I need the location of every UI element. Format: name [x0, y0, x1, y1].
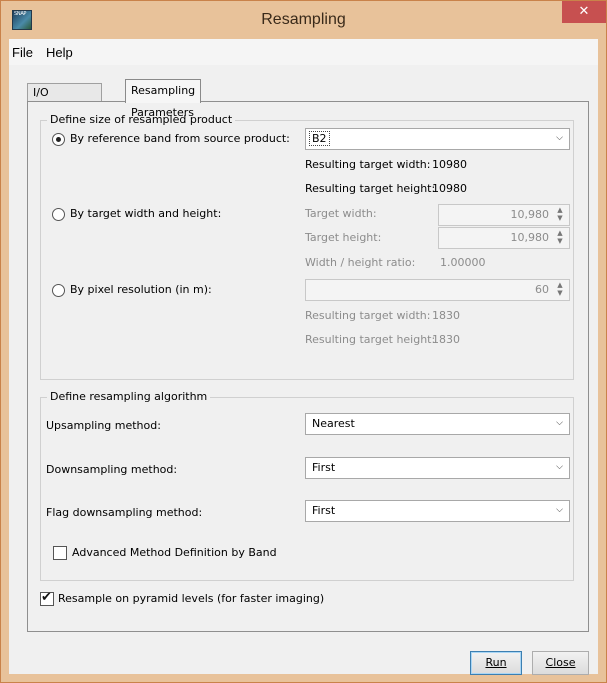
by-width-height-label: By target width and height: [70, 207, 222, 220]
flag-downsampling-value: First [312, 504, 336, 517]
ratio-label: Width / height ratio: [305, 256, 416, 269]
target-width-label: Target width: [305, 207, 377, 220]
spinner-arrows-icon[interactable]: ▲ ▼ [554, 229, 566, 245]
pyramid-levels-label: Resample on pyramid levels (for faster i… [58, 592, 325, 605]
reference-band-select[interactable]: B2 ⌵ [305, 128, 570, 150]
by-resolution-radio[interactable] [52, 284, 65, 297]
downsampling-value: First [312, 461, 336, 474]
tab-resampling-parameters[interactable]: Resampling Parameters [125, 79, 202, 119]
close-button[interactable]: Close [532, 651, 589, 675]
res-result-width-label: Resulting target width: [305, 309, 431, 322]
window-title: Resampling [261, 11, 346, 28]
target-height-spinner[interactable]: 10,980 ▲ ▼ [438, 227, 570, 249]
ref-result-width-value: 10980 [432, 158, 467, 171]
tab-io-parameters[interactable]: I/O Parameters [27, 83, 102, 117]
by-resolution-label: By pixel resolution (in m): [70, 283, 212, 296]
resampling-window: SNAP Resampling ✕ File Help I/O Paramete… [0, 0, 607, 683]
ref-result-height-label: Resulting target height: [305, 182, 436, 195]
advanced-method-checkbox[interactable] [53, 546, 67, 560]
by-reference-radio[interactable] [52, 133, 65, 146]
target-height-value: 10,980 [510, 231, 550, 244]
downsampling-select[interactable]: First ⌵ [305, 457, 570, 479]
downsampling-label: Downsampling method: [46, 463, 178, 476]
upsampling-value: Nearest [312, 417, 355, 430]
chevron-down-icon: ⌵ [556, 133, 563, 143]
res-result-height-value: 1830 [432, 333, 460, 346]
flag-downsampling-select[interactable]: First ⌵ [305, 500, 570, 522]
size-group: Define size of resampled product By refe… [40, 113, 574, 380]
reference-band-value: B2 [309, 131, 330, 146]
res-result-width-value: 1830 [432, 309, 460, 322]
dialog-client-area: File Help I/O Parameters Resampling Para… [9, 39, 598, 675]
menu-help[interactable]: Help [46, 45, 73, 60]
target-height-label: Target height: [305, 231, 382, 244]
run-button[interactable]: Run [470, 651, 522, 675]
target-width-spinner[interactable]: 10,980 ▲ ▼ [438, 204, 570, 226]
algorithm-group: Define resampling algorithm Upsampling m… [40, 390, 574, 581]
pixel-resolution-value: 60 [535, 283, 549, 296]
advanced-method-label: Advanced Method Definition by Band [72, 546, 277, 559]
title-bar[interactable]: SNAP Resampling ✕ [1, 1, 606, 39]
spinner-arrows-icon[interactable]: ▲ ▼ [554, 281, 566, 297]
chevron-down-icon: ⌵ [556, 462, 563, 472]
ref-result-width-label: Resulting target width: [305, 158, 431, 171]
run-button-label: Run [485, 656, 507, 669]
pyramid-levels-checkbox[interactable] [40, 590, 54, 606]
ratio-value: 1.00000 [440, 256, 486, 269]
flag-downsampling-label: Flag downsampling method: [46, 506, 203, 519]
res-result-height-label: Resulting target height: [305, 333, 436, 346]
chevron-down-icon: ⌵ [556, 505, 563, 515]
upsampling-select[interactable]: Nearest ⌵ [305, 413, 570, 435]
ref-result-height-value: 10980 [432, 182, 467, 195]
chevron-down-icon: ⌵ [556, 418, 563, 428]
pixel-resolution-spinner[interactable]: 60 ▲ ▼ [305, 279, 570, 301]
menu-bar: File Help [9, 39, 598, 65]
by-reference-label: By reference band from source product: [70, 132, 290, 145]
close-window-button[interactable]: ✕ [562, 1, 606, 23]
spinner-arrows-icon[interactable]: ▲ ▼ [554, 206, 566, 222]
target-width-value: 10,980 [510, 208, 550, 221]
resampling-parameters-panel: Define size of resampled product By refe… [27, 101, 589, 632]
close-button-label: Close [545, 656, 576, 669]
menu-file[interactable]: File [12, 45, 33, 60]
by-width-height-radio[interactable] [52, 208, 65, 221]
upsampling-label: Upsampling method: [46, 419, 161, 432]
algorithm-group-title: Define resampling algorithm [47, 390, 211, 403]
